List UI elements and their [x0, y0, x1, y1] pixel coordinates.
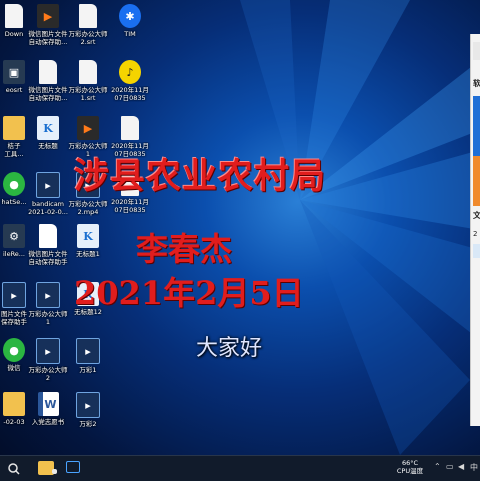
file-icon: [39, 60, 57, 84]
desktop-icon-label: 2020年11月 07日0835: [111, 86, 149, 102]
desktop-icon-label: 无标题1: [76, 250, 100, 258]
side-panel-item-1[interactable]: 软: [473, 78, 480, 89]
desktop-icon[interactable]: ▸ 万彩1: [64, 336, 112, 388]
mp4-icon: ▸: [76, 338, 100, 364]
cpu-temperature-widget[interactable]: 66°C CPU温度: [392, 459, 428, 475]
overlay-date: 2021年2月5日: [74, 274, 304, 312]
music-icon: ♪: [119, 60, 141, 84]
mp4-icon: ▸: [2, 282, 26, 308]
cpu-temperature-value: 66°C: [401, 459, 419, 467]
side-panel-item-2[interactable]: 文: [473, 210, 480, 221]
tim-icon: ✱: [119, 4, 141, 28]
video-icon: ▶: [37, 4, 59, 28]
store-icon[interactable]: [52, 469, 57, 474]
side-panel-header-bar: [473, 42, 480, 60]
desktop-icon-label: 万彩2: [79, 420, 97, 428]
k-icon: K: [77, 224, 99, 248]
desktop-icon-grid: Down ▶ 微信图片文件 自动保存助... 万彩办公大师 2.srt ✱ TIM ▣ eos…: [0, 0, 150, 455]
desktop-icon-label: 2020年11月 07日0835: [111, 198, 149, 214]
desktop-icon[interactable]: ✱ TIM: [106, 2, 154, 54]
file-icon: [121, 116, 139, 140]
folder-icon: [3, 392, 25, 416]
desktop-icon[interactable]: ▸ 万彩2: [64, 390, 112, 442]
side-panel-orange-block: [473, 156, 480, 206]
app-icon: ⚙: [3, 224, 25, 248]
app-icon: ▣: [3, 60, 25, 84]
desktop-icon[interactable]: ♪ 2020年11月 07日0835: [106, 58, 154, 110]
overlay-greeting: 大家好: [196, 336, 263, 361]
desktop-icon[interactable]: 万彩办公大师 2.srt: [64, 2, 112, 54]
file-icon: [5, 4, 23, 28]
wechat-icon: ●: [3, 172, 25, 196]
side-panel[interactable]: 软 文 2: [470, 34, 480, 426]
cpu-temperature-label: CPU温度: [396, 467, 424, 475]
mp4-icon: ▸: [36, 282, 60, 308]
mp4-icon: ▸: [36, 338, 60, 364]
video-icon: ▶: [77, 116, 99, 140]
desktop-icon-label: 万彩1: [79, 366, 97, 374]
folder-icon: [3, 116, 25, 140]
wechat-icon: ●: [3, 338, 25, 362]
chevron-up-icon[interactable]: ⌃: [434, 462, 441, 471]
docx-icon: W: [37, 392, 59, 416]
desktop-icon-label: TIM: [124, 30, 136, 38]
k-icon: K: [37, 116, 59, 140]
network-icon[interactable]: ▭: [446, 462, 454, 471]
overlay-title: 涉县农业农村局: [74, 156, 327, 197]
side-panel-blue-block: [473, 96, 480, 156]
app-window-icon[interactable]: [66, 461, 80, 473]
search-icon[interactable]: [6, 461, 22, 475]
desktop-icon[interactable]: 万彩办公大师 1.srt: [64, 58, 112, 110]
speaker-icon[interactable]: ◀: [458, 462, 464, 471]
side-panel-lower-block: [473, 244, 480, 258]
file-icon: [79, 4, 97, 28]
mp4-icon: ▸: [76, 392, 100, 418]
file-icon: [79, 60, 97, 84]
overlay-name: 李春杰: [136, 230, 233, 268]
desktop-icon[interactable]: K 无标题1: [64, 222, 112, 274]
mp4-icon: ▸: [36, 172, 60, 198]
blank-icon: [39, 224, 57, 248]
side-panel-item-3[interactable]: 2: [473, 230, 477, 238]
input-method-icon[interactable]: 中: [470, 462, 478, 473]
